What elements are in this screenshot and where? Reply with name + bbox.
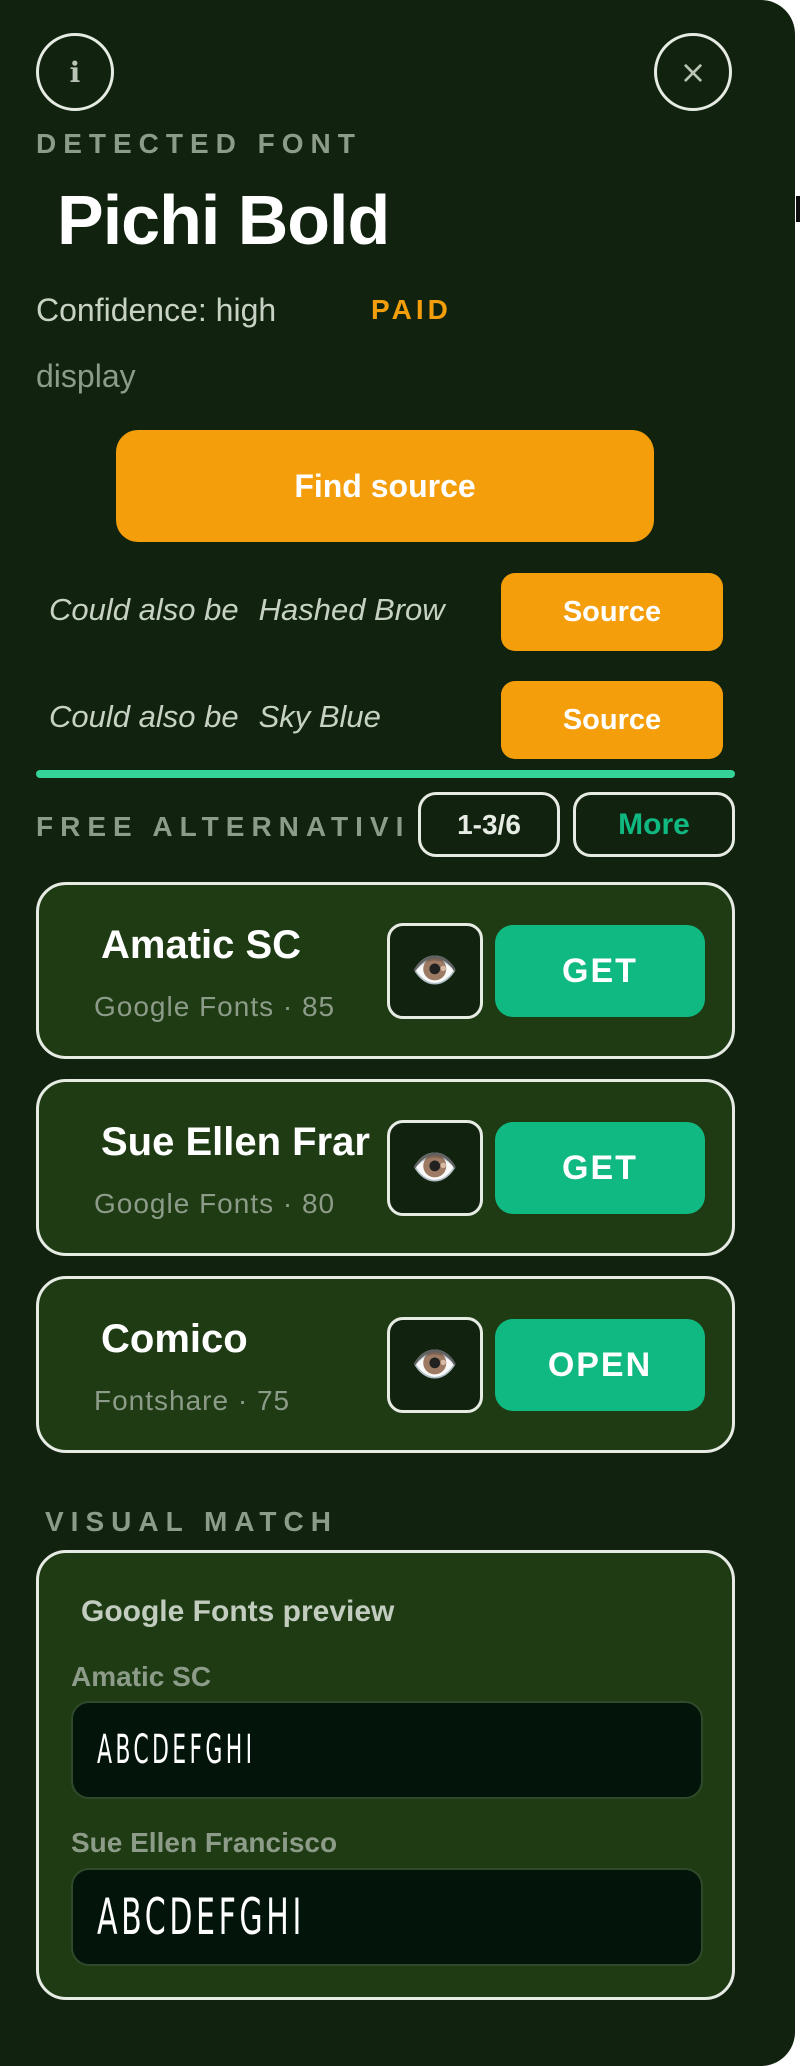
window-edge-mark [796,196,800,222]
preview-font-label: Sue Ellen Francisco [71,1827,338,1858]
find-source-label: Find source [294,467,476,504]
find-source-button[interactable]: Find source [116,430,654,542]
alternative-line: Could also be Sky Blue [49,699,485,735]
card-subtitle: Google Fonts · 80 [94,1188,336,1219]
pager-label: 1-3/6 [457,808,521,840]
alternative-card: Comico Fontshare · 75 👁️ OPEN [36,1276,735,1453]
card-title: Sue Ellen Frar [101,1120,370,1164]
preview-button[interactable]: 👁️ [387,923,483,1019]
eye-icon: 👁️ [411,950,459,992]
confidence-text: Confidence: high [36,292,277,328]
source-button[interactable]: Source [501,573,723,651]
preview-button[interactable]: 👁️ [387,1120,483,1216]
license-badge: PAID [371,294,452,325]
more-label: More [618,807,690,841]
info-button[interactable]: i [36,33,114,111]
font-detector-panel: i × DETECTED FONT Pichi Bold Confidence:… [0,0,795,2066]
free-alternatives-label: FREE ALTERNATIVI [36,811,408,842]
eye-icon: 👁️ [411,1147,459,1189]
detected-font-label: DETECTED FONT [36,128,362,159]
source-button-label: Source [562,595,662,628]
card-title: Amatic SC [101,923,302,967]
get-button[interactable]: GET [495,925,705,1017]
preview-sample-box: ABCDEFGHI [71,1868,703,1966]
alternative-name: Hashed Brow [258,592,445,627]
detected-font-name: Pichi Bold [57,181,390,259]
preview-sample: ABCDEFGHI [97,1888,305,1946]
eye-icon: 👁️ [411,1344,459,1386]
card-subtitle: Fontshare · 75 [94,1385,291,1416]
get-button[interactable]: GET [495,1122,705,1214]
alternative-prefix: Could also be [49,592,239,627]
card-subtitle: Google Fonts · 85 [94,991,336,1022]
alternative-line: Could also be Hashed Brow [49,592,485,628]
category-text: display [36,358,136,394]
alternative-card: Amatic SC Google Fonts · 85 👁️ GET [36,882,735,1059]
source-button-label: Source [562,703,662,736]
more-button[interactable]: More [573,792,735,857]
preview-title: Google Fonts preview [81,1595,395,1628]
alternative-card: Sue Ellen Frar Google Fonts · 80 👁️ GET [36,1079,735,1256]
alternative-name: Sky Blue [258,699,381,734]
open-button-label: OPEN [547,1345,653,1384]
get-button-label: GET [562,1148,638,1187]
get-button-label: GET [562,951,638,990]
source-button[interactable]: Source [501,681,723,759]
alternative-prefix: Could also be [49,699,239,734]
preview-button[interactable]: 👁️ [387,1317,483,1413]
open-button[interactable]: OPEN [495,1319,705,1411]
card-title: Comico [101,1317,248,1361]
section-divider [36,770,735,778]
close-button[interactable]: × [654,33,732,111]
visual-match-label: VISUAL MATCH [45,1506,338,1537]
pager-button[interactable]: 1-3/6 [418,792,560,857]
preview-sample-box: ABCDEFGHI [71,1701,703,1799]
preview-font-label: Amatic SC [71,1661,212,1692]
visual-match-card: Google Fonts preview Amatic SC ABCDEFGHI… [36,1550,735,2000]
close-icon: × [679,53,707,91]
info-icon: i [69,55,81,89]
preview-sample: ABCDEFGHI [97,1727,256,1773]
